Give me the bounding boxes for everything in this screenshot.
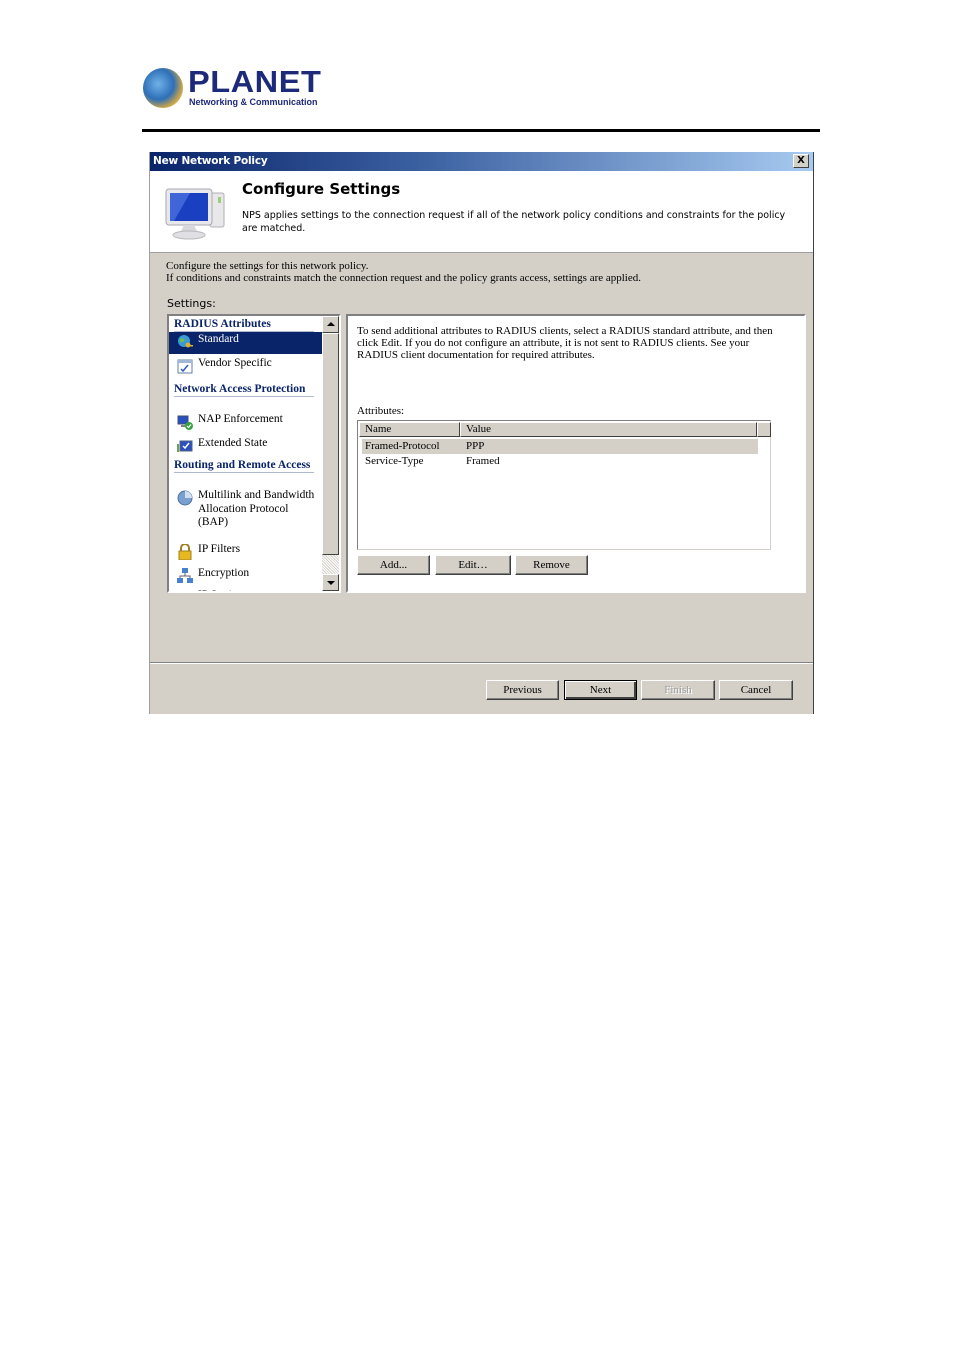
title-bar[interactable]: New Network Policy X xyxy=(150,152,813,171)
remove-button[interactable]: Remove xyxy=(515,555,588,575)
pie-chart-icon xyxy=(177,490,193,506)
brand-tagline: Networking & Communication xyxy=(189,97,318,107)
checklist-icon xyxy=(177,359,193,374)
computer-shield-icon xyxy=(177,415,193,430)
cell-value: PPP xyxy=(466,440,485,452)
table-row[interactable]: Framed-Protocol PPP xyxy=(362,439,758,454)
nav-item-label: Vendor Specific xyxy=(198,357,272,369)
standard-attributes-panel: To send additional attributes to RADIUS … xyxy=(346,314,806,593)
finish-button: Finish xyxy=(641,680,715,700)
banner-description: NPS applies settings to the connection r… xyxy=(242,210,786,234)
next-button[interactable]: Next xyxy=(564,680,637,700)
header-divider xyxy=(142,129,820,132)
globe-key-icon xyxy=(178,335,193,348)
arrow-up-icon xyxy=(327,322,335,326)
padlock-icon xyxy=(178,544,192,560)
column-header-filler xyxy=(757,422,771,437)
nav-scrollbar[interactable] xyxy=(322,316,339,591)
nav-item-extended-state[interactable]: Extended State xyxy=(169,436,324,458)
nav-item-encryption[interactable]: Encryption xyxy=(169,566,324,588)
nav-group-routing-remote-access: Routing and Remote Access xyxy=(174,458,314,473)
column-header-name[interactable]: Name xyxy=(359,422,460,437)
nav-item-nap-enforcement[interactable]: NAP Enforcement xyxy=(169,412,324,434)
intro-text: Configure the settings for this network … xyxy=(166,260,641,284)
nav-item-ip-filters[interactable]: IP Filters xyxy=(169,542,324,564)
attributes-label: Attributes: xyxy=(357,405,405,417)
settings-nav: RADIUS Attributes Standard Vendor Specif… xyxy=(167,314,341,593)
previous-button[interactable]: Previous xyxy=(486,680,559,700)
cell-name: Service-Type xyxy=(365,455,424,467)
nav-item-standard[interactable]: Standard xyxy=(169,332,324,354)
nav-item-ip-settings[interactable]: IP Settings xyxy=(169,588,324,591)
nav-item-label: Standard xyxy=(198,333,239,345)
close-button[interactable]: X xyxy=(793,154,809,168)
nav-item-label: Multilink and Bandwidth Allocation Proto… xyxy=(198,489,315,528)
intro-line-2: If conditions and constraints match the … xyxy=(166,272,641,284)
nav-item-label: IP Filters xyxy=(198,543,241,555)
scroll-down-button[interactable] xyxy=(322,574,339,591)
nav-group-radius-attributes: RADIUS Attributes xyxy=(174,317,314,332)
nav-item-label: NAP Enforcement xyxy=(198,413,283,425)
add-button[interactable]: Add... xyxy=(357,555,430,575)
nav-group-network-access-protection: Network Access Protection xyxy=(174,382,314,397)
scroll-thumb[interactable] xyxy=(322,333,339,555)
brand-name: PLANET xyxy=(188,64,322,99)
cancel-button[interactable]: Cancel xyxy=(719,680,793,700)
cell-value: Framed xyxy=(466,455,500,467)
scroll-up-button[interactable] xyxy=(322,316,339,333)
attributes-list[interactable]: Name Value Framed-Protocol PPP Service-T… xyxy=(357,420,771,550)
panel-description: To send additional attributes to RADIUS … xyxy=(357,325,773,361)
settings-label: Settings: xyxy=(167,297,216,310)
table-row[interactable]: Service-Type Framed xyxy=(362,454,758,469)
wizard-banner: Configure Settings NPS applies settings … xyxy=(150,171,813,253)
column-header-value[interactable]: Value xyxy=(460,422,757,437)
nav-item-vendor-specific[interactable]: Vendor Specific xyxy=(169,356,324,378)
arrow-down-icon xyxy=(327,581,335,585)
nav-item-multilink-bap[interactable]: Multilink and Bandwidth Allocation Proto… xyxy=(169,488,324,536)
edit-button[interactable]: Edit… xyxy=(435,555,511,575)
nav-item-label: Extended State xyxy=(198,437,268,449)
computer-monitor-icon xyxy=(165,188,225,240)
nav-item-label: IP Settings xyxy=(198,589,318,591)
window-title: New Network Policy xyxy=(153,155,268,167)
network-icon xyxy=(177,568,193,583)
cell-name: Framed-Protocol xyxy=(365,440,440,452)
banner-title: Configure Settings xyxy=(242,180,401,198)
nav-item-label: Encryption xyxy=(198,567,250,579)
intro-line-1: Configure the settings for this network … xyxy=(166,260,369,272)
planet-logo: PLANET Networking & Communication xyxy=(143,64,321,110)
scroll-track[interactable] xyxy=(322,555,339,574)
globe-logo-icon xyxy=(143,68,183,108)
monitor-check-icon xyxy=(177,440,193,452)
footer-divider xyxy=(150,662,813,664)
close-icon: X xyxy=(797,155,805,166)
new-network-policy-dialog: New Network Policy X Configure Settings … xyxy=(149,152,814,714)
